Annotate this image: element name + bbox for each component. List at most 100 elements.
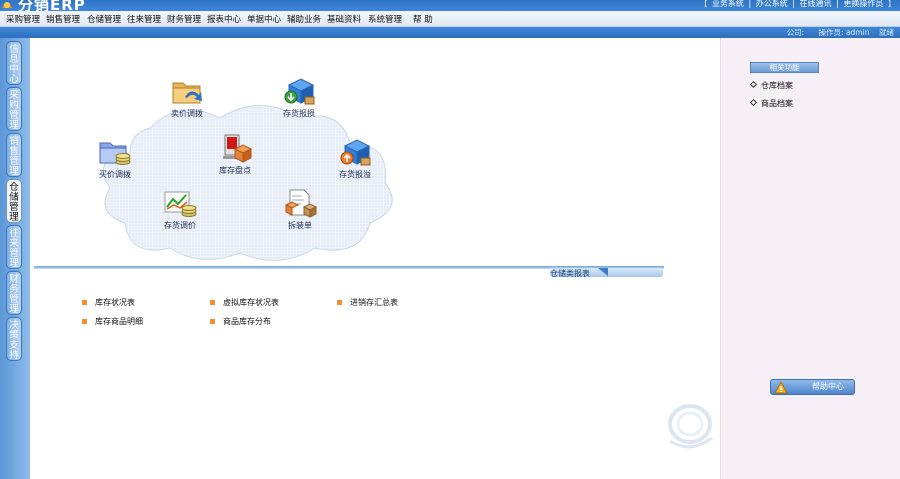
tab-label: 财务管理 xyxy=(7,275,21,315)
folder-coins-icon xyxy=(99,142,131,165)
menu-accounts[interactable]: 往来管理 xyxy=(127,13,161,25)
tab-corner-icon xyxy=(598,268,608,276)
menu-basic-data[interactable]: 基础资料 xyxy=(327,13,361,25)
top-link-switch-operator[interactable]: 更换操作员 xyxy=(843,0,883,8)
ready-status: 就绪 xyxy=(879,28,894,37)
node-stock-price-adjust[interactable]: 存货调价 xyxy=(150,187,210,231)
top-link-office[interactable]: 办公系统 xyxy=(756,0,788,8)
tab-label: 往来管理 xyxy=(7,229,21,269)
top-links-separator: | xyxy=(836,0,839,8)
report-link-summary[interactable]: 进销存汇总表 xyxy=(337,297,398,308)
tab-label-char: 理 xyxy=(9,258,19,269)
main-menu: 采购管理 销售管理 仓储管理 往来管理 财务管理 报表中心 单据中心 辅助业务 … xyxy=(0,11,900,27)
tab-label-char: 理 xyxy=(9,120,19,131)
status-text: 公司: 操作员: admin 就绪 xyxy=(787,27,894,38)
bullet-icon xyxy=(337,300,342,305)
menu-finance[interactable]: 财务管理 xyxy=(167,13,201,25)
menu-help[interactable]: 帮 助 xyxy=(413,13,433,25)
node-disassemble-bill[interactable]: 拆装单 xyxy=(270,187,330,231)
tab-label-char: 持 xyxy=(9,350,19,361)
tab-label: 采购管理 xyxy=(7,91,21,131)
left-module-tabs: 信息中心 采购管理 销售管理 仓储管理 往来管理 财务管理 决策支持 xyxy=(0,38,30,479)
report-link-virtual-stock[interactable]: 虚拟库存状况表 xyxy=(210,297,279,308)
operator-label: 操作员: xyxy=(818,28,844,37)
report-link-label: 库存状况表 xyxy=(95,298,135,307)
tab-label-char: 理 xyxy=(9,166,19,177)
header-banner: 分销ERP [ 业务系统 | 办公系统 | 在线通讯 | 更换操作员 ] xyxy=(0,0,900,11)
tab-label-char: 理 xyxy=(9,304,19,315)
diamond-bullet-icon xyxy=(749,80,758,89)
status-bar: 公司: 操作员: admin 就绪 xyxy=(0,27,900,38)
top-links-close-bracket: ] xyxy=(887,0,891,8)
report-link-distribution[interactable]: 商品库存分布 xyxy=(210,316,271,327)
related-item-warehouse-archive[interactable]: 仓库档案 xyxy=(749,80,793,91)
cloud-background xyxy=(102,105,393,261)
main-content: 卖价调拨 存货报损 买价调拨 库存盘点 存货报溢 存货调价 拆装单 仓储类报表 … xyxy=(30,38,720,479)
logo-text: 分销ERP xyxy=(18,0,86,11)
bullet-icon xyxy=(210,319,215,324)
folder-arrow-icon xyxy=(172,82,202,104)
tab-finance[interactable]: 财务管理 xyxy=(6,271,22,315)
report-link-stock-status[interactable]: 库存状况表 xyxy=(82,297,135,308)
related-item-label: 商品档案 xyxy=(761,99,793,108)
tab-sales[interactable]: 销售管理 xyxy=(6,133,22,177)
node-stock-overflow[interactable]: 存货报溢 xyxy=(325,136,385,180)
node-label: 拆装单 xyxy=(288,221,312,230)
node-label: 卖价调拨 xyxy=(171,109,203,118)
tab-label: 信息中心 xyxy=(7,45,21,85)
node-label: 买价调拨 xyxy=(99,170,131,179)
node-stock-loss[interactable]: 存货报损 xyxy=(269,75,329,119)
tab-label: 销售管理 xyxy=(7,137,21,177)
operator-value: admin xyxy=(845,28,870,37)
monitor-box-icon xyxy=(223,134,253,163)
help-center-button[interactable]: 帮助中心 xyxy=(770,379,855,395)
tab-label-char: 理 xyxy=(9,212,19,223)
report-link-goods-detail[interactable]: 库存商品明细 xyxy=(82,316,143,327)
document-box-icon xyxy=(284,189,318,218)
menu-system[interactable]: 系统管理 xyxy=(368,13,402,25)
top-links-separator: | xyxy=(792,0,795,8)
watermark-logo-icon xyxy=(668,404,713,449)
report-link-label: 进销存汇总表 xyxy=(350,298,398,307)
bullet-icon xyxy=(82,319,87,324)
related-functions-title: 相关功能 xyxy=(769,63,800,72)
menu-auxiliary[interactable]: 辅助业务 xyxy=(287,13,321,25)
tab-accounts[interactable]: 往来管理 xyxy=(6,225,22,269)
tab-label: 仓储管理 xyxy=(7,183,21,223)
tab-purchase[interactable]: 采购管理 xyxy=(6,87,22,131)
menu-reports[interactable]: 报表中心 xyxy=(207,13,241,25)
logo-icon xyxy=(2,2,12,8)
bullet-icon xyxy=(210,300,215,305)
tab-warehouse[interactable]: 仓储管理 xyxy=(6,179,22,223)
menu-sales[interactable]: 销售管理 xyxy=(46,13,80,25)
node-label: 库存盘点 xyxy=(219,166,251,175)
tab-label-char: 心 xyxy=(9,74,19,85)
tab-decision[interactable]: 决策支持 xyxy=(6,317,22,361)
menu-documents[interactable]: 单据中心 xyxy=(247,13,281,25)
help-warning-icon xyxy=(774,381,788,394)
node-label: 存货报溢 xyxy=(339,170,371,179)
tab-info-center[interactable]: 信息中心 xyxy=(6,41,22,85)
node-sell-price-adjust[interactable]: 卖价调拨 xyxy=(157,75,217,119)
menu-purchase[interactable]: 采购管理 xyxy=(6,13,40,25)
report-link-label: 商品库存分布 xyxy=(223,317,271,326)
report-link-label: 虚拟库存状况表 xyxy=(223,298,279,307)
top-links-separator: | xyxy=(748,0,752,8)
node-label: 存货调价 xyxy=(164,221,196,230)
node-buy-price-adjust[interactable]: 买价调拨 xyxy=(85,136,145,180)
top-link-chat[interactable]: 在线通讯 xyxy=(800,0,832,8)
company-label: 公司: xyxy=(786,28,805,37)
node-inventory-count[interactable]: 库存盘点 xyxy=(205,132,265,176)
related-item-goods-archive[interactable]: 商品档案 xyxy=(749,98,793,109)
top-links-open-bracket: [ xyxy=(704,0,708,8)
help-center-label: 帮助中心 xyxy=(812,382,844,391)
top-links: [ 业务系统 | 办公系统 | 在线通讯 | 更换操作员 ] xyxy=(703,0,892,9)
bullet-icon xyxy=(82,300,87,305)
report-section-title: 仓储类报表 xyxy=(550,269,590,278)
menu-warehouse[interactable]: 仓储管理 xyxy=(87,13,121,25)
right-panel: 相关功能 仓库档案 商品档案 帮助中心 xyxy=(720,38,900,479)
top-link-business[interactable]: 业务系统 xyxy=(712,0,744,8)
tab-label: 决策支持 xyxy=(7,321,21,361)
related-functions-header: 相关功能 xyxy=(750,62,819,73)
related-item-label: 仓库档案 xyxy=(761,81,793,90)
